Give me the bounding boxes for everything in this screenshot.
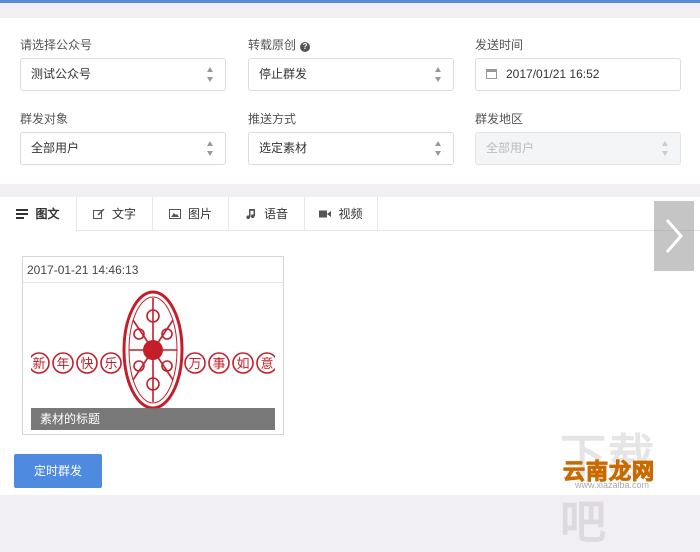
seal-char: 新 <box>28 352 50 374</box>
svg-text:如: 如 <box>236 356 249 372</box>
svg-text:年: 年 <box>56 357 69 372</box>
chevron-right-icon <box>665 219 683 253</box>
target-label: 群发对象 <box>20 112 69 126</box>
send-time-value: 2017/01/21 16:52 <box>506 67 600 81</box>
account-label: 请选择公众号 <box>20 38 93 52</box>
help-icon[interactable]: ? <box>300 42 311 52</box>
seal-char: 意 <box>256 352 278 374</box>
svg-text:事: 事 <box>212 357 225 372</box>
card-date: 2017-01-21 14:46:13 <box>27 263 139 277</box>
next-arrow-button[interactable] <box>654 201 694 271</box>
material-card[interactable]: 2017-01-21 14:46:13 新 年 快 乐 万 事 如 意 素材的标… <box>22 256 284 435</box>
push-method-select[interactable]: 选定素材 <box>248 132 454 165</box>
push-method-value: 选定素材 <box>259 141 308 155</box>
seal-char: 事 <box>208 352 230 374</box>
watermark-url: www.xiazaiba.com <box>575 480 650 490</box>
push-method-label: 推送方式 <box>248 112 297 126</box>
reprint-value: 停止群发 <box>259 67 308 81</box>
reprint-label: 转载原创? <box>248 36 311 53</box>
select-arrows-icon <box>662 141 670 157</box>
video-icon <box>319 198 332 218</box>
schedule-send-button[interactable]: 定时群发 <box>14 454 102 488</box>
send-time-label: 发送时间 <box>475 38 524 52</box>
seal-char: 如 <box>232 352 254 374</box>
region-label: 群发地区 <box>475 112 524 126</box>
top-accent-bar <box>0 0 700 3</box>
send-time-input[interactable]: 2017/01/21 16:52 <box>475 58 681 91</box>
target-select[interactable]: 全部用户 <box>20 132 226 165</box>
svg-text:新: 新 <box>32 356 45 372</box>
tab-video[interactable]: 视频 <box>305 197 378 231</box>
article-icon <box>16 198 29 219</box>
seal-char: 万 <box>184 352 206 374</box>
tab-image[interactable]: 图片 <box>153 197 229 231</box>
seal-char: 快 <box>76 352 98 374</box>
select-arrows-icon <box>435 67 443 83</box>
region-select: 全部用户 <box>475 132 681 165</box>
svg-text:意: 意 <box>260 356 273 372</box>
card-title: 素材的标题 <box>31 408 275 430</box>
card-divider <box>23 282 283 283</box>
target-value: 全部用户 <box>31 141 80 155</box>
seal-char: 乐 <box>100 352 122 374</box>
mass-send-form: 请选择公众号 测试公众号 转载原创? 停止群发 发送时间 2017/01/21 … <box>0 18 700 184</box>
select-arrows-icon <box>207 67 215 83</box>
tab-voice[interactable]: 语音 <box>229 197 305 231</box>
seal-char: 年 <box>52 352 74 374</box>
calendar-icon <box>486 69 497 79</box>
music-icon <box>245 198 257 219</box>
edit-icon <box>92 198 105 219</box>
tab-text[interactable]: 文字 <box>77 197 153 231</box>
region-value: 全部用户 <box>486 141 535 155</box>
account-select[interactable]: 测试公众号 <box>20 58 226 91</box>
tab-article[interactable]: 图文 <box>0 197 77 232</box>
account-value: 测试公众号 <box>31 67 92 81</box>
reprint-select[interactable]: 停止群发 <box>248 58 454 91</box>
image-icon <box>168 198 181 219</box>
svg-text:乐: 乐 <box>104 357 117 372</box>
svg-text:万: 万 <box>188 357 201 372</box>
svg-text:快: 快 <box>80 357 93 372</box>
select-arrows-icon <box>207 141 215 157</box>
material-tabs: 图文 文字 图片 语音 视频 <box>0 197 700 232</box>
select-arrows-icon <box>435 141 443 157</box>
